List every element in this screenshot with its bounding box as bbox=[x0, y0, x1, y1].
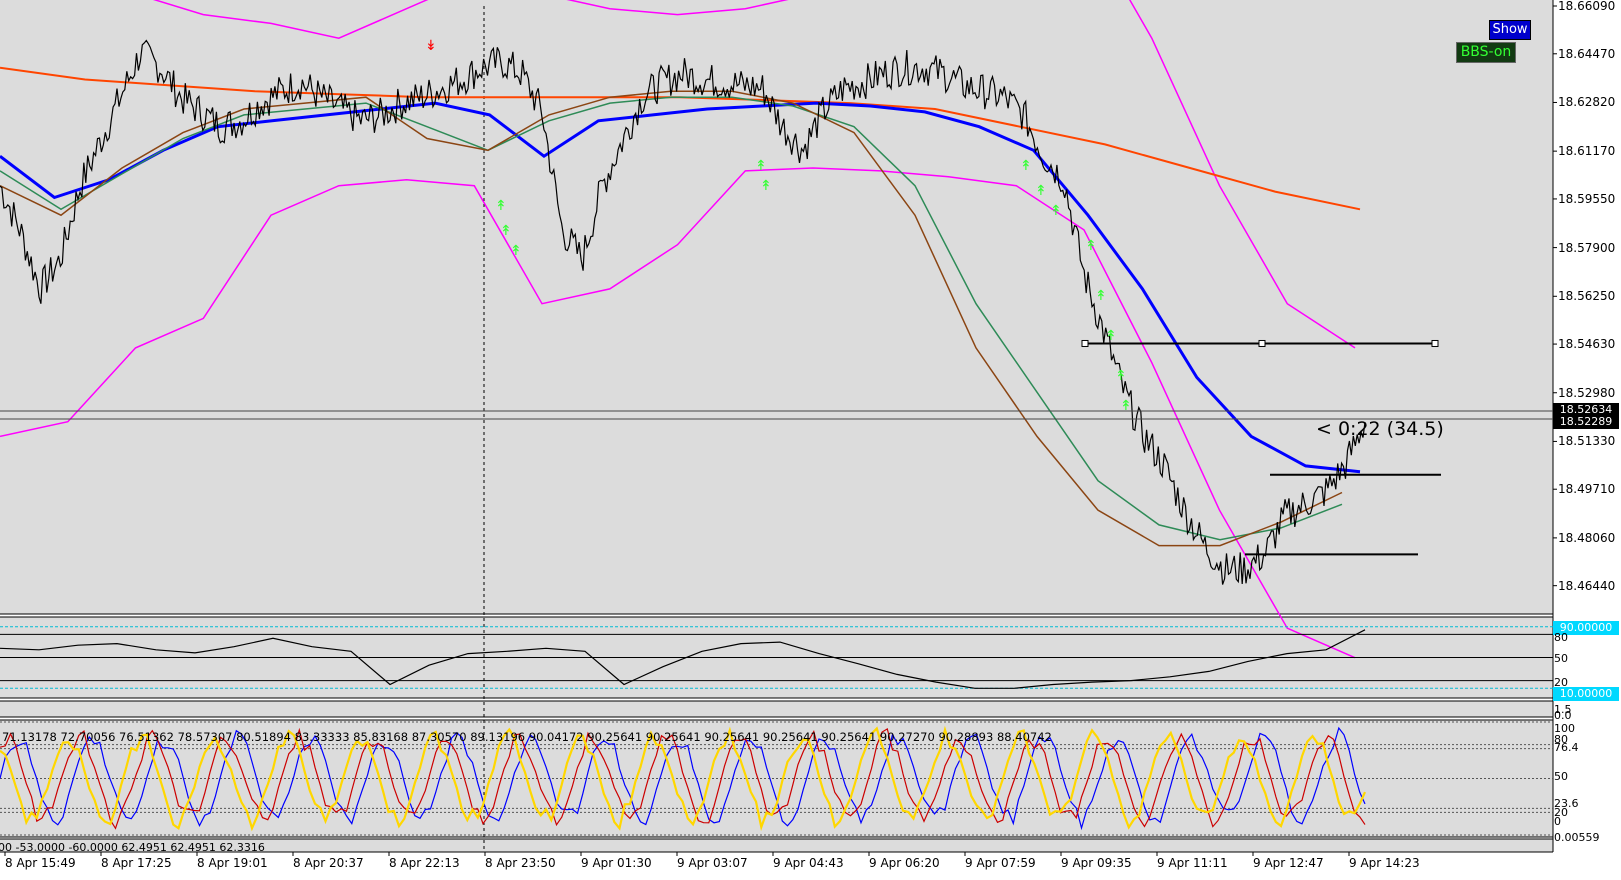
price-tick-label: 18.52980 bbox=[1558, 385, 1616, 400]
price-tick-label: 18.61170 bbox=[1558, 144, 1616, 159]
buy-signal-arrow: ↟ bbox=[510, 243, 522, 259]
main-pane-bg bbox=[0, 0, 1553, 614]
price-tick-label: 18.56250 bbox=[1558, 289, 1616, 304]
time-tick-label: 9 Apr 14:23 bbox=[1349, 856, 1420, 870]
buy-signal-arrow: ↟ bbox=[1120, 398, 1132, 414]
price-tick-label: 18.49710 bbox=[1558, 482, 1616, 497]
bar-countdown-label: < 0:22 (34.5) bbox=[1316, 418, 1444, 440]
aux-pane-bg bbox=[0, 701, 1553, 717]
buy-signal-arrow: ↟ bbox=[495, 198, 507, 214]
price-tick-label: 18.46440 bbox=[1558, 578, 1616, 593]
price-tick-label: 18.59550 bbox=[1558, 191, 1616, 206]
time-tick-label: 8 Apr 17:25 bbox=[101, 856, 172, 870]
price-tick-label: 18.54630 bbox=[1558, 337, 1616, 352]
ask-price-badge: 18.52289 bbox=[1553, 415, 1619, 429]
stoch-level-0-label: 0 bbox=[1554, 815, 1561, 828]
level-handle bbox=[1081, 339, 1089, 347]
price-tick-label: 18.64470 bbox=[1558, 46, 1616, 61]
chart-window[interactable]: ↟ ↟ ↟ ↟ ↟ ↟ ↟ ↟ ↟ ↟ ↟ ↟ ↟ ↡ 18.66090 18.64470 18.62820 1… bbox=[0, 0, 1621, 880]
buy-signal-arrow: ↟ bbox=[760, 178, 772, 194]
show-button[interactable]: Show bbox=[1489, 20, 1531, 40]
time-tick-label: 9 Apr 07:59 bbox=[965, 856, 1036, 870]
time-tick-label: 8 Apr 19:01 bbox=[197, 856, 268, 870]
rsi-level-80-label: 80 bbox=[1554, 631, 1568, 644]
price-tick-label: 18.48060 bbox=[1558, 530, 1616, 545]
price-tick-label: 18.57900 bbox=[1558, 240, 1616, 255]
buy-signal-arrow: ↟ bbox=[1035, 183, 1047, 199]
level-handle bbox=[1431, 339, 1439, 347]
time-tick-label: 8 Apr 15:49 bbox=[5, 856, 76, 870]
time-tick-label: 9 Apr 03:07 bbox=[677, 856, 748, 870]
buy-signal-arrow: ↟ bbox=[1115, 368, 1127, 384]
price-tick-label: 18.62820 bbox=[1558, 95, 1616, 110]
buy-signal-arrow: ↟ bbox=[755, 158, 767, 174]
stoch-level-76-label: 76.4 bbox=[1554, 741, 1579, 754]
time-tick-label: 8 Apr 20:37 bbox=[293, 856, 364, 870]
time-tick-label: 9 Apr 01:30 bbox=[581, 856, 652, 870]
buy-signal-arrow: ↟ bbox=[1020, 158, 1032, 174]
stoch-bottom-label: 0.00559 bbox=[1554, 831, 1600, 844]
price-tick-label: 18.66090 bbox=[1558, 0, 1616, 13]
sell-signal-arrow: ↡ bbox=[425, 38, 437, 54]
time-tick-label: 8 Apr 22:13 bbox=[389, 856, 460, 870]
indicator-values-readout: 00 -53.0000 -60.0000 62.4951 62.4951 62.… bbox=[0, 841, 265, 854]
buy-signal-arrow: ↟ bbox=[1050, 203, 1062, 219]
time-tick-label: 9 Apr 06:20 bbox=[869, 856, 940, 870]
bbs-toggle-button[interactable]: BBS-on bbox=[1456, 42, 1516, 63]
time-tick-label: 9 Apr 12:47 bbox=[1253, 856, 1324, 870]
time-tick-label: 9 Apr 04:43 bbox=[773, 856, 844, 870]
stoch-values-readout: 71.13178 72.70056 76.51362 78.57307 80.5… bbox=[2, 730, 1052, 744]
rsi-lower-level-badge: 10.00000 bbox=[1553, 687, 1619, 701]
rsi-level-50-label: 50 bbox=[1554, 652, 1568, 665]
buy-signal-arrow: ↟ bbox=[500, 223, 512, 239]
time-tick-label: 8 Apr 23:50 bbox=[485, 856, 556, 870]
time-tick-label: 9 Apr 11:11 bbox=[1157, 856, 1228, 870]
price-tick-label: 18.51330 bbox=[1558, 434, 1616, 449]
buy-signal-arrow: ↟ bbox=[1095, 288, 1107, 304]
buy-signal-arrow: ↟ bbox=[1085, 238, 1097, 254]
time-tick-label: 9 Apr 09:35 bbox=[1061, 856, 1132, 870]
aux-level-b-label: 0.0 bbox=[1554, 709, 1572, 722]
stoch-level-50-label: 50 bbox=[1554, 770, 1568, 783]
price-chart-svg[interactable]: ↟↟↟↟↟↟↟↟↟↟↟↟↟↡ bbox=[0, 0, 1621, 880]
buy-signal-arrow: ↟ bbox=[1105, 328, 1117, 344]
level-handle bbox=[1258, 339, 1266, 347]
